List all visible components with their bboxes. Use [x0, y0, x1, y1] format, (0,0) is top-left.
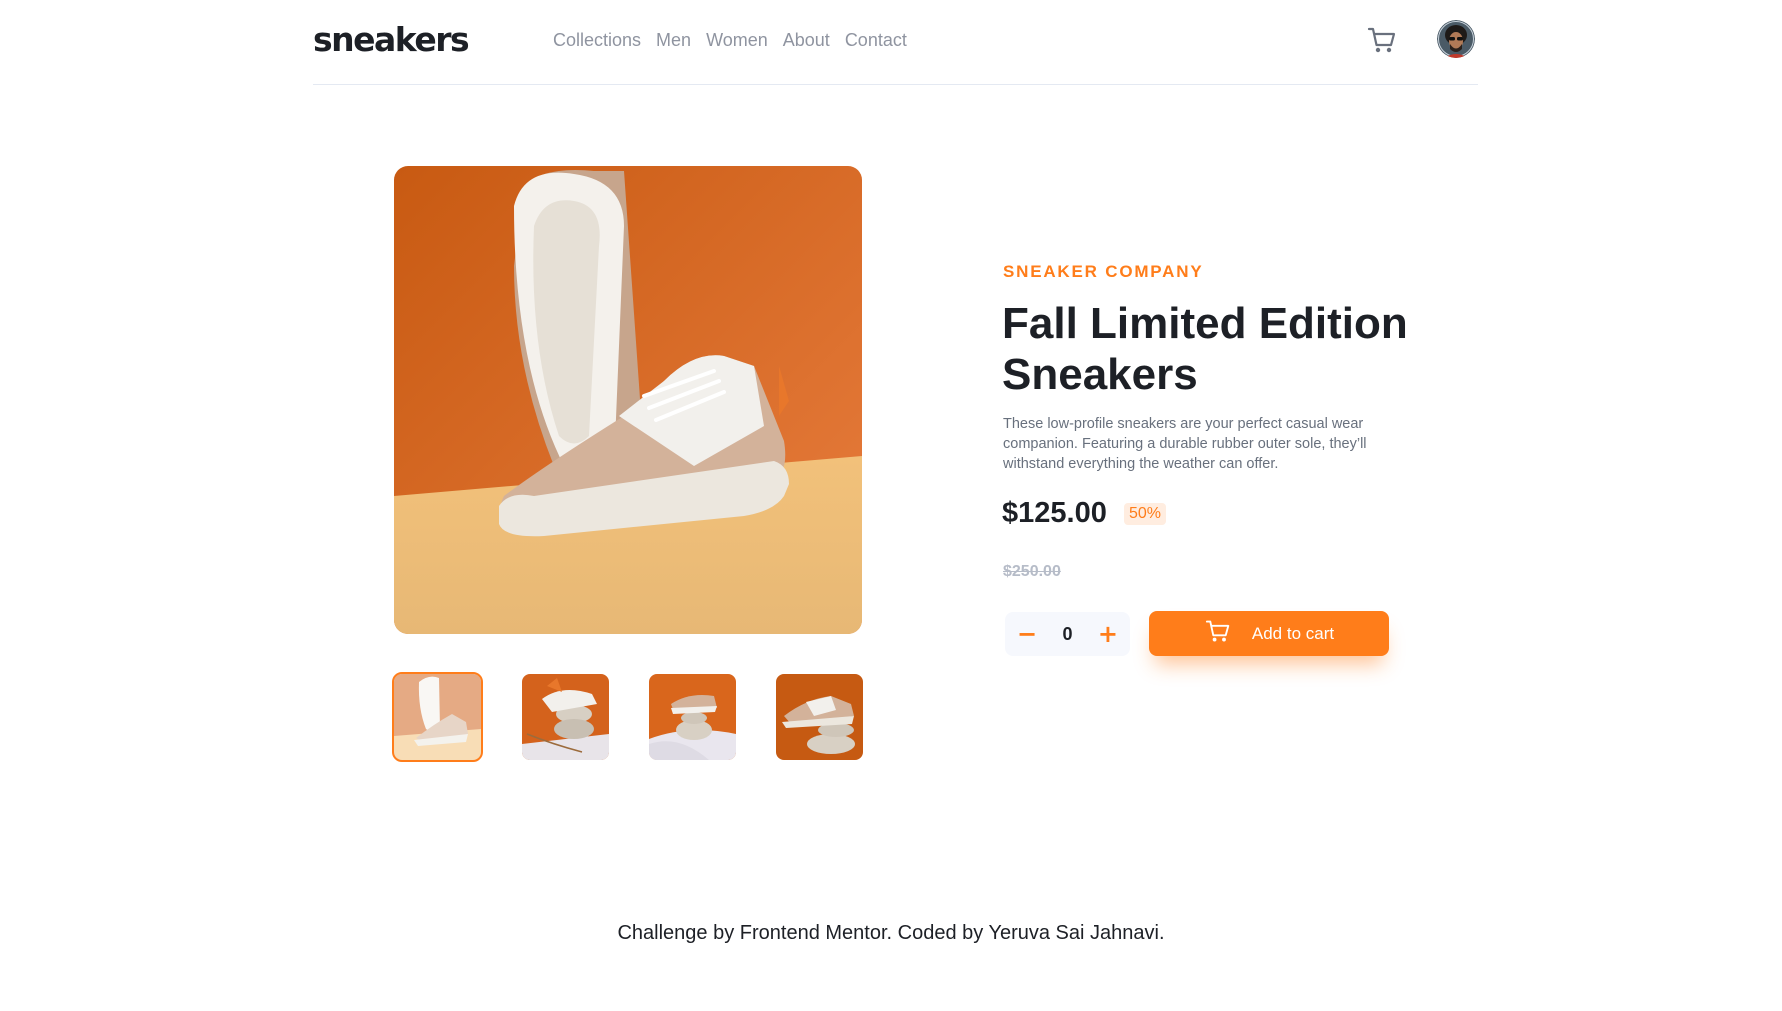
thumbnail-4[interactable]: [776, 674, 863, 760]
decrement-button[interactable]: −: [1015, 622, 1039, 646]
thumbnail-1[interactable]: [392, 672, 483, 762]
thumbnail-3[interactable]: [649, 674, 736, 760]
increment-button[interactable]: +: [1096, 622, 1120, 646]
product-main-image[interactable]: [394, 166, 862, 634]
brand-logo[interactable]: sneakers: [313, 20, 470, 59]
quantity-value: 0: [1062, 623, 1073, 644]
cart-icon: [1204, 619, 1232, 648]
footer-credit: Challenge by Frontend Mentor. Coded by Y…: [617, 922, 1165, 944]
product-description: These low-profile sneakers are your perf…: [1003, 416, 1367, 472]
nav-link-women[interactable]: Women: [706, 30, 768, 51]
nav-link-about[interactable]: About: [783, 30, 830, 51]
add-to-cart-label: Add to cart: [1251, 623, 1335, 643]
original-price: $250.00: [1003, 563, 1061, 580]
main-nav: Collections Men Women About Contact: [553, 30, 907, 51]
user-avatar[interactable]: [1437, 20, 1475, 58]
thumbnail-2[interactable]: [522, 674, 609, 760]
nav-link-collections[interactable]: Collections: [553, 30, 641, 51]
discount-badge: 50%: [1124, 503, 1167, 525]
cart-icon[interactable]: [1367, 26, 1397, 54]
nav-link-contact[interactable]: Contact: [845, 30, 907, 51]
quantity-stepper: − 0 +: [1005, 612, 1130, 656]
site-header: sneakers Collections Men Women About Con…: [313, 0, 1478, 85]
product-company: SNEAKER COMPANY: [1003, 262, 1204, 281]
add-to-cart-button[interactable]: Add to cart: [1149, 611, 1389, 656]
product-price: $125.00: [1002, 497, 1107, 529]
nav-link-men[interactable]: Men: [656, 30, 691, 51]
product-title: Fall Limited Edition Sneakers: [1002, 299, 1408, 399]
